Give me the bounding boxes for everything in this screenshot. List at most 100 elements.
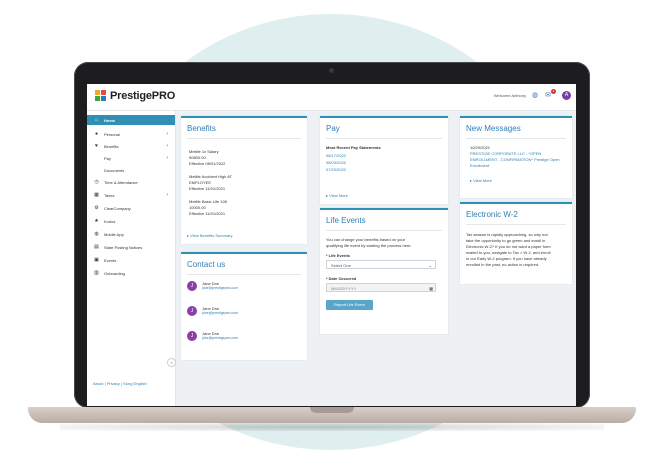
life-events-select[interactable]: Select One ⌄ (326, 260, 436, 269)
message-link[interactable]: ENROLLMENT - CONFIRMATION* Prestige Open (470, 157, 560, 162)
pay-statement-link[interactable]: 08/17/2022 (326, 153, 346, 158)
user-avatar[interactable]: A (562, 91, 571, 100)
new-messages-title: New Messages (466, 124, 521, 133)
w2-text: Electronic W-2? If you do not want a pap… (466, 244, 551, 249)
sidebar-item-label: Home (104, 117, 116, 123)
mail-count-badge: 1 (551, 89, 556, 94)
brand-name: PrestigePRO (110, 90, 176, 102)
globe-icon[interactable]: ◍ (531, 92, 539, 100)
contact-person[interactable]: J Jane Doe jdoe@prestigepeo.com (187, 306, 238, 316)
sidebar-item-documents[interactable]: · Documents (87, 165, 175, 175)
pay-statement-link[interactable]: 08/03/2022 (326, 160, 346, 165)
sidebar-item-personal[interactable]: ● Personal › (87, 129, 175, 139)
sidebar-item-benefits[interactable]: ♥ Benefits › (87, 141, 175, 151)
sidebar-item-label: Onboarding (104, 270, 125, 276)
chevron-down-icon: ⌄ (428, 263, 432, 268)
divider (466, 138, 566, 139)
contact-email[interactable]: jdoe@prestigepeo.com (202, 311, 238, 316)
app-screen: PrestigePRO Welcome Anthony ◍ ✉ 1 A ⌂ Ho… (87, 84, 576, 406)
sidebar-item-label: Personal (104, 131, 120, 137)
collapse-sidebar-button[interactable]: « (167, 358, 176, 367)
contact-person[interactable]: J Jane Doe jdoe@prestigepeo.com (187, 281, 238, 291)
sidebar-item-state-posting-notices[interactable]: ▤ State Posting Notices (87, 242, 175, 252)
life-events-description: qualifying life event by starting the pr… (326, 243, 412, 248)
sidebar-item-label: State Posting Notices (104, 244, 143, 250)
tax-icon: ▦ (94, 191, 99, 198)
sidebar-item-onboarding[interactable]: ▥ Onboarding (87, 268, 175, 278)
message-link[interactable]: Enrollment (470, 163, 489, 168)
pay-card: Pay Most Recent Pay Statements 08/17/202… (320, 116, 448, 204)
sidebar-item-label: ClearCompany (104, 205, 131, 211)
benefit-name: Metlife 1x Salary (189, 149, 219, 154)
laptop-shadow (60, 423, 604, 431)
contact-card: Contact us J Jane Doe jdoe@prestigepeo.c… (181, 252, 307, 360)
sidebar-item-time-attendance[interactable]: ◷ Time & Attendance (87, 177, 175, 187)
sidebar-item-kudos[interactable]: ★ Kudos (87, 216, 175, 226)
benefit-effective: Effective 11/01/2021 (189, 211, 226, 216)
globe-icon: ◍ (94, 230, 99, 237)
avatar: J (187, 281, 197, 291)
chevron-right-icon: › (166, 143, 168, 149)
w2-text: mailed to you, navigate to Tax > W-2, an… (466, 250, 551, 255)
sidebar-item-pay[interactable]: · Pay › (87, 153, 175, 163)
top-bar: PrestigePRO Welcome Anthony ◍ ✉ 1 A (87, 84, 576, 111)
sidebar-item-label: Mobile App (104, 231, 124, 237)
laptop-notch (310, 407, 354, 413)
benefit-value: 10000.00 (189, 205, 206, 210)
w2-text: Tax season is rapidly approaching, so wh… (466, 232, 548, 237)
sidebar-item-label: Events (104, 257, 117, 263)
sidebar-item-label: Taxes (104, 192, 115, 198)
divider (466, 224, 566, 225)
message-date: 10/29/2021 (470, 145, 491, 150)
view-benefits-summary-link[interactable]: ▸ View Benefits Summary (187, 233, 233, 238)
w2-text: enrolled in the past, no action is requi… (466, 262, 540, 267)
sidebar-item-mobile-app[interactable]: ◍ Mobile App (87, 229, 175, 239)
pay-title: Pay (326, 124, 340, 133)
divider (326, 138, 442, 139)
heart-icon: ♥ (95, 142, 98, 149)
avatar: J (187, 331, 197, 341)
life-events-label: * Life Events (326, 253, 351, 258)
sidebar-item-label: Time & Attendance (104, 179, 138, 185)
benefits-title: Benefits (187, 124, 216, 133)
chevron-right-icon: › (166, 192, 168, 198)
date-placeholder: MM/DD/YYYY (331, 286, 357, 291)
benefits-card: Benefits Metlife 1x Salary 90800.00 Effe… (181, 116, 307, 244)
contact-email[interactable]: jdoe@prestigepeo.com (202, 286, 238, 291)
pay-view-more-link[interactable]: ▸ View More (326, 193, 348, 198)
calendar-icon[interactable]: ▦ (429, 284, 433, 293)
pay-subtitle: Most Recent Pay Statements (326, 145, 381, 150)
w2-text: take the opportunity to go green and enr… (466, 238, 546, 243)
report-life-event-button[interactable]: Report Life Event (326, 300, 373, 310)
life-events-description: You can change your benefits based on yo… (326, 237, 406, 242)
new-messages-card: New Messages 10/29/2021 PRESTIGE CORPORA… (460, 116, 572, 198)
contact-person[interactable]: J Jane Doe jdoe@prestigepeo.com (187, 331, 238, 341)
message-link[interactable]: PRESTIGE CORPORATE LLC - *OPEN (470, 151, 541, 156)
pay-statement-link[interactable]: 07/20/2022 (326, 167, 346, 172)
sidebar-item-home[interactable]: ⌂ Home (87, 115, 175, 125)
camera-icon (329, 68, 334, 73)
electronic-w2-card: Electronic W-2 Tax season is rapidly app… (460, 202, 572, 284)
messages-view-more-link[interactable]: ▸ View More (470, 178, 492, 183)
brand-logo[interactable]: PrestigePRO (95, 90, 175, 102)
footer-links[interactable]: About | Privacy | Song English (93, 381, 147, 386)
divider (187, 138, 301, 139)
sidebar-item-label: Documents (104, 167, 125, 173)
star-icon: ★ (94, 217, 99, 224)
person-icon: ● (94, 130, 99, 137)
benefit-name: Metlife Accident High AT (189, 174, 233, 179)
contact-email[interactable]: jdoe@prestigepeo.com (202, 336, 238, 341)
date-occurred-label: * Date Occurred (326, 276, 357, 281)
date-occurred-input[interactable]: MM/DD/YYYY ▦ (326, 283, 436, 292)
select-value: Select One (331, 263, 351, 268)
sidebar-item-taxes[interactable]: ▦ Taxes › (87, 190, 175, 200)
sidebar-item-label: Pay (104, 155, 111, 161)
contact-title: Contact us (187, 260, 226, 269)
onboarding-icon: ▥ (94, 269, 99, 276)
sidebar-item-events[interactable]: ▣ Events (87, 255, 175, 265)
divider (187, 274, 301, 275)
life-events-card: Life Events You can change your benefits… (320, 208, 448, 334)
sidebar-item-clearcompany[interactable]: ⚙ ClearCompany (87, 203, 175, 213)
benefit-name: Metlife Basic Life 10K (189, 199, 228, 204)
benefit-effective: Effective 08/01/2022 (189, 161, 226, 166)
